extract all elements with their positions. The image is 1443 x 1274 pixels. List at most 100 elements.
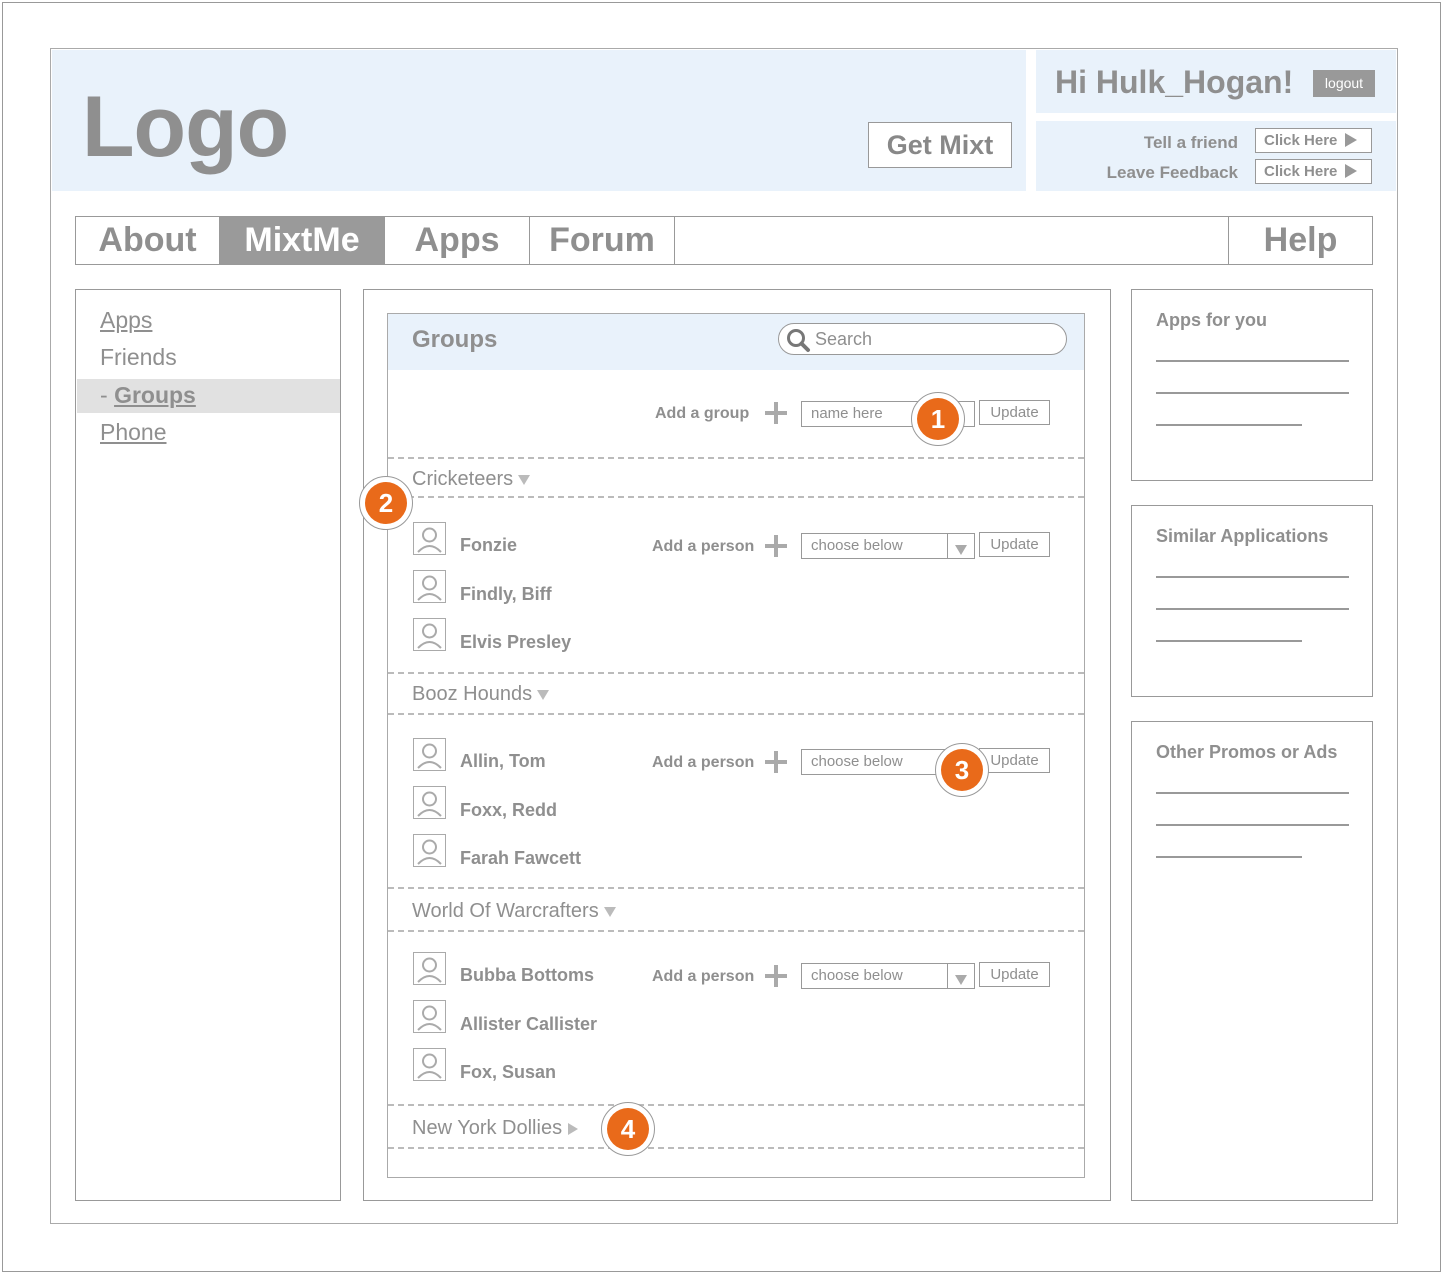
sidebar-item-groups[interactable]: - Groups <box>100 382 196 409</box>
placeholder-line <box>1156 824 1349 826</box>
logo[interactable]: Logo <box>82 78 289 177</box>
placeholder-line <box>1156 360 1349 362</box>
search-placeholder: Search <box>815 329 873 349</box>
leave-feedback-label: Leave Feedback <box>1106 163 1238 182</box>
leave-feedback-button[interactable]: Click Here <box>1255 159 1372 184</box>
group-header-booz-hounds[interactable]: Booz Hounds <box>412 683 550 706</box>
group-name: World Of Warcrafters <box>412 900 599 922</box>
tab-about[interactable]: About <box>76 217 220 264</box>
divider <box>388 1104 1084 1106</box>
add-person-label: Add a person <box>652 754 755 771</box>
member-name[interactable]: Allin, Tom <box>460 751 546 772</box>
member-name[interactable]: Fonzie <box>460 535 517 556</box>
groups-title: Groups <box>412 326 498 353</box>
divider <box>388 887 1084 889</box>
avatar-icon <box>413 1048 446 1081</box>
group-name: Cricketeers <box>412 468 514 490</box>
sidebar-item-friends[interactable]: Friends <box>100 344 177 371</box>
tab-help[interactable]: Help <box>1228 217 1372 264</box>
add-person-label: Add a person <box>652 968 755 985</box>
main-nav: About MixtMe Apps Forum Help <box>75 216 1373 265</box>
tell-a-friend-label: Tell a friend <box>1143 133 1238 152</box>
annotation-badge-3: 3 <box>935 743 989 797</box>
choose-person-select[interactable]: choose below <box>801 533 975 559</box>
update-button[interactable]: Update <box>979 400 1050 425</box>
sidebar-item-prefix: - <box>100 382 115 408</box>
plus-icon[interactable] <box>764 750 788 774</box>
update-button[interactable]: Update <box>979 532 1050 557</box>
add-group-label: Add a group <box>655 405 750 422</box>
tab-apps[interactable]: Apps <box>385 217 530 264</box>
avatar-icon <box>413 738 446 771</box>
select-placeholder: choose below <box>811 753 903 770</box>
placeholder-line <box>1156 640 1302 642</box>
placeholder-line <box>1156 608 1349 610</box>
update-button[interactable]: Update <box>979 962 1050 987</box>
tab-forum[interactable]: Forum <box>530 217 675 264</box>
divider <box>388 930 1084 932</box>
member-name[interactable]: Foxx, Redd <box>460 800 557 821</box>
group-header-cricketeers[interactable]: Cricketeers <box>412 468 531 491</box>
search-icon <box>787 329 810 352</box>
sidebar-item-groups-label: Groups <box>114 382 196 408</box>
divider <box>388 457 1084 459</box>
member-name[interactable]: Bubba Bottoms <box>460 965 594 986</box>
get-mixt-button[interactable]: Get Mixt <box>868 122 1012 168</box>
plus-icon[interactable] <box>764 401 788 425</box>
collapse-arrow-icon <box>603 906 616 917</box>
logout-button[interactable]: logout <box>1313 70 1375 97</box>
divider <box>388 713 1084 715</box>
expand-arrow-icon <box>568 1122 579 1135</box>
avatar-icon <box>413 786 446 819</box>
plus-icon[interactable] <box>764 964 788 988</box>
sidebar-item-phone[interactable]: Phone <box>100 419 167 446</box>
avatar-icon <box>413 1000 446 1033</box>
member-name[interactable]: Elvis Presley <box>460 632 571 653</box>
collapse-arrow-icon <box>537 689 550 700</box>
group-header-world-of-warcrafters[interactable]: World Of Warcrafters <box>412 900 616 923</box>
divider <box>388 496 1084 498</box>
member-name[interactable]: Farah Fawcett <box>460 848 581 869</box>
sidebar-item-apps[interactable]: Apps <box>100 307 152 334</box>
avatar-icon <box>413 618 446 651</box>
placeholder-line <box>1156 792 1349 794</box>
avatar-icon <box>413 570 446 603</box>
placeholder-line <box>1156 576 1349 578</box>
play-arrow-icon <box>1345 163 1358 178</box>
tab-mixtme[interactable]: MixtMe <box>220 217 385 264</box>
select-placeholder: choose below <box>811 967 903 984</box>
avatar-icon <box>413 834 446 867</box>
add-person-label: Add a person <box>652 538 755 555</box>
promos-title: Other Promos or Ads <box>1156 742 1338 762</box>
collapse-arrow-icon <box>518 474 531 485</box>
choose-person-select[interactable]: choose below <box>801 963 975 989</box>
select-placeholder: choose below <box>811 537 903 554</box>
dropdown-arrow-icon <box>947 534 974 558</box>
annotation-badge-1: 1 <box>911 392 965 446</box>
plus-icon[interactable] <box>764 534 788 558</box>
avatar-icon <box>413 522 446 555</box>
click-here-label: Click Here <box>1264 163 1338 180</box>
click-here-label: Click Here <box>1264 132 1338 149</box>
play-arrow-icon <box>1345 132 1358 147</box>
tell-a-friend-button[interactable]: Click Here <box>1255 128 1372 153</box>
user-greeting: Hi Hulk_Hogan! <box>1055 64 1294 100</box>
placeholder-line <box>1156 392 1349 394</box>
group-name: New York Dollies <box>412 1117 563 1139</box>
avatar-icon <box>413 952 446 985</box>
similar-applications-title: Similar Applications <box>1156 526 1329 546</box>
placeholder-line <box>1156 856 1302 858</box>
member-name[interactable]: Allister Callister <box>460 1014 597 1035</box>
update-button[interactable]: Update <box>979 748 1050 773</box>
divider <box>388 1147 1084 1149</box>
annotation-badge-4: 4 <box>601 1102 655 1156</box>
apps-for-you-title: Apps for you <box>1156 310 1267 330</box>
member-name[interactable]: Fox, Susan <box>460 1062 556 1083</box>
member-name[interactable]: Findly, Biff <box>460 584 552 605</box>
group-header-new-york-dollies[interactable]: New York Dollies <box>412 1117 579 1140</box>
annotation-badge-2: 2 <box>359 476 413 530</box>
group-name: Booz Hounds <box>412 683 533 705</box>
groups-box <box>387 313 1085 1178</box>
dropdown-arrow-icon <box>947 964 974 988</box>
placeholder-line <box>1156 424 1302 426</box>
